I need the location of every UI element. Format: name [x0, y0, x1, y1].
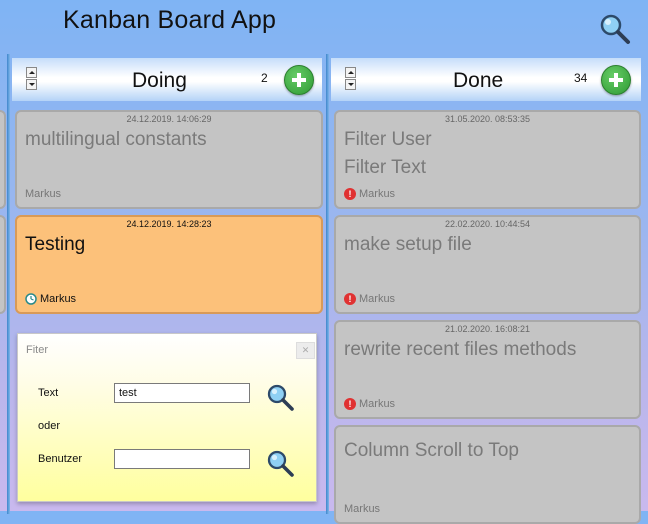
kanban-card[interactable]: Column Scroll to Top Markus	[334, 425, 641, 524]
card-user: ! Markus	[344, 293, 395, 305]
column-header-done: Done 34	[331, 58, 641, 101]
card-date: 22.02.2020. 10:44:54	[444, 219, 531, 229]
text-label: Text	[38, 387, 59, 399]
card-title-line: Filter User	[344, 129, 432, 150]
search-icon[interactable]	[265, 383, 295, 413]
column-count: 34	[574, 71, 588, 85]
warning-icon: !	[344, 398, 356, 410]
card-date: 31.05.2020. 08:53:35	[444, 114, 531, 124]
card-date: 24.12.2019. 14:06:29	[126, 114, 212, 124]
filter-dialog: Fiter ✕ Text oder Benutzer	[17, 333, 317, 502]
kanban-card[interactable]: 24.12.2019. 14:06:29 multilingual consta…	[15, 110, 323, 209]
partial-card	[0, 110, 6, 209]
warning-icon: !	[344, 188, 356, 200]
kanban-card[interactable]: 21.02.2020. 16:08:21 rewrite recent file…	[334, 320, 641, 419]
add-card-button[interactable]	[284, 65, 314, 95]
card-date: 24.12.2019. 14:28:23	[126, 219, 212, 229]
search-icon[interactable]	[265, 449, 295, 479]
add-card-button[interactable]	[601, 65, 631, 95]
card-user: ! Markus	[344, 398, 395, 410]
dialog-title: Fiter	[26, 344, 48, 356]
card-title: make setup file	[344, 234, 472, 255]
card-title-line: Filter Text	[344, 157, 427, 178]
card-title: multilingual constants	[25, 129, 207, 150]
text-filter-input[interactable]	[114, 383, 250, 403]
card-title: Column Scroll to Top	[344, 440, 519, 461]
clock-icon	[25, 293, 37, 305]
card-user: ! Markus	[344, 188, 395, 200]
column-scroll-arrows[interactable]	[26, 67, 37, 90]
column-title: Done	[453, 69, 504, 92]
kanban-card[interactable]: 22.02.2020. 10:44:54 make setup file ! M…	[334, 215, 641, 314]
search-icon[interactable]	[598, 13, 632, 45]
card-user-name: Markus	[359, 293, 396, 305]
card-title: rewrite recent files methods	[344, 339, 577, 360]
scroll-up-icon[interactable]	[26, 67, 37, 78]
warning-icon: !	[344, 293, 356, 305]
card-user: Markus	[25, 293, 76, 305]
app-title: Kanban Board App	[63, 6, 277, 34]
user-label: Benutzer	[38, 453, 83, 465]
card-user: Markus	[25, 188, 61, 200]
card-user-name: Markus	[40, 293, 77, 305]
column-count: 2	[261, 71, 268, 85]
card-user-name: Markus	[359, 398, 396, 410]
scroll-down-icon[interactable]	[26, 79, 37, 90]
card-date: 21.02.2020. 16:08:21	[444, 324, 531, 334]
card-user: Markus	[344, 503, 380, 515]
kanban-card-selected[interactable]: 24.12.2019. 14:28:23 Testing Markus	[15, 215, 323, 314]
or-label: oder	[38, 420, 61, 432]
user-filter-input[interactable]	[114, 449, 250, 469]
card-title: Filter User Filter Text	[344, 126, 432, 182]
card-user-name: Markus	[344, 503, 381, 515]
card-user-name: Markus	[25, 188, 62, 200]
column-title: Doing	[132, 69, 187, 92]
scroll-down-icon[interactable]	[345, 79, 356, 90]
close-icon[interactable]: ✕	[296, 342, 315, 359]
partial-card	[0, 215, 6, 314]
column-header-doing: Doing 2	[12, 58, 322, 101]
card-user-name: Markus	[359, 188, 396, 200]
scroll-up-icon[interactable]	[345, 67, 356, 78]
card-title: Testing	[25, 234, 86, 255]
column-divider	[7, 54, 10, 514]
column-divider	[326, 54, 329, 514]
column-scroll-arrows[interactable]	[345, 67, 356, 90]
kanban-card[interactable]: 31.05.2020. 08:53:35 Filter User Filter …	[334, 110, 641, 209]
